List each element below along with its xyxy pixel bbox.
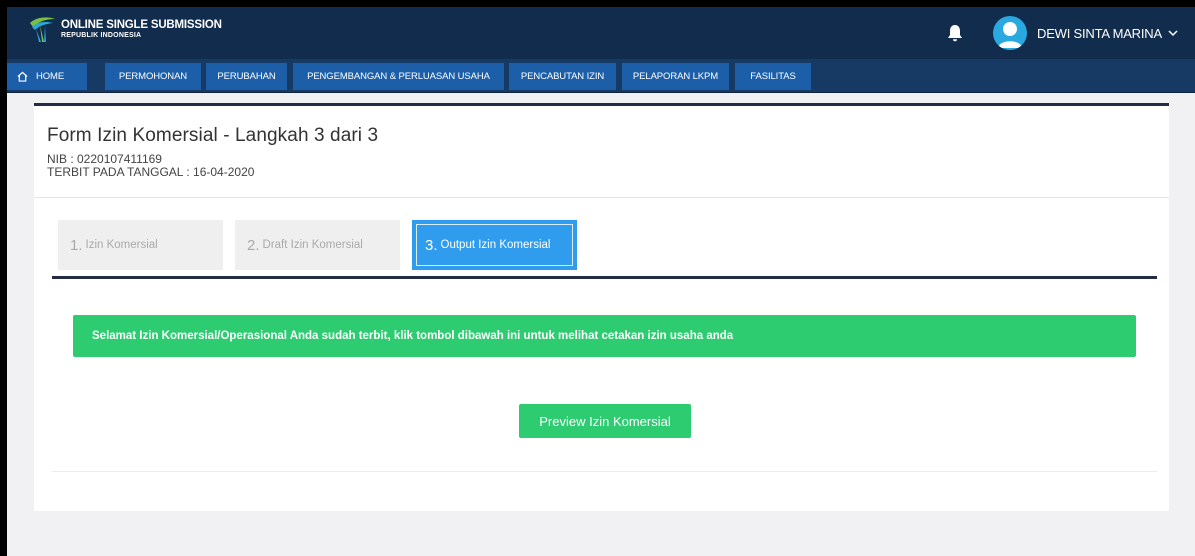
bell-icon[interactable] bbox=[947, 24, 963, 42]
nav-home[interactable]: HOME bbox=[7, 63, 87, 90]
preview-izin-button[interactable]: Preview Izin Komersial bbox=[519, 404, 691, 438]
main-nav: HOME PERMOHONAN PERUBAHAN PENGEMBANGAN &… bbox=[7, 59, 1195, 93]
app-frame: ONLINE SINGLE SUBMISSION REPUBLIK INDONE… bbox=[7, 7, 1195, 556]
nav-pengembangan[interactable]: PENGEMBANGAN & PERLUASAN USAHA bbox=[293, 63, 504, 90]
avatar bbox=[993, 16, 1027, 50]
form-card: Form Izin Komersial - Langkah 3 dari 3 N… bbox=[34, 103, 1169, 511]
logo-title: ONLINE SINGLE SUBMISSION bbox=[61, 19, 222, 31]
chevron-down-icon bbox=[1168, 30, 1178, 37]
user-name: DEWI SINTA MARINA bbox=[1037, 25, 1162, 41]
step-divider bbox=[52, 276, 1157, 279]
user-avatar-icon bbox=[998, 22, 1022, 48]
step-2-label: Draft Izin Komersial bbox=[262, 239, 363, 251]
nav-home-label: HOME bbox=[36, 71, 65, 82]
form-header: Form Izin Komersial - Langkah 3 dari 3 N… bbox=[34, 106, 1169, 198]
nav-pelaporan-lkpm[interactable]: PELAPORAN LKPM bbox=[622, 63, 729, 90]
nav-perubahan[interactable]: PERUBAHAN bbox=[206, 63, 287, 90]
logo-subtitle: REPUBLIK INDONESIA bbox=[61, 32, 142, 39]
page-title: Form Izin Komersial - Langkah 3 dari 3 bbox=[47, 125, 379, 146]
success-alert: Selamat Izin Komersial/Operasional Anda … bbox=[73, 315, 1136, 357]
user-menu[interactable]: DEWI SINTA MARINA bbox=[993, 16, 1178, 50]
home-icon bbox=[17, 71, 28, 82]
step-3-label: Output Izin Komersial bbox=[440, 239, 551, 251]
top-header: ONLINE SINGLE SUBMISSION REPUBLIK INDONE… bbox=[7, 7, 1195, 59]
step-1-number: 1. bbox=[70, 236, 83, 254]
issued-date-text: TERBIT PADA TANGGAL : 16-04-2020 bbox=[47, 165, 255, 179]
oss-emblem-icon bbox=[30, 17, 55, 42]
step-3-number: 3. bbox=[425, 236, 438, 254]
logo[interactable]: ONLINE SINGLE SUBMISSION REPUBLIK INDONE… bbox=[27, 15, 222, 43]
nav-fasilitas[interactable]: FASILITAS bbox=[735, 63, 811, 90]
nav-permohonan[interactable]: PERMOHONAN bbox=[105, 63, 201, 90]
nav-pencabutan-izin[interactable]: PENCABUTAN IZIN bbox=[509, 63, 616, 90]
step-2-number: 2. bbox=[247, 236, 260, 254]
step-1-label: Izin Komersial bbox=[85, 239, 158, 251]
bottom-divider bbox=[52, 471, 1157, 472]
step-2-tab[interactable]: 2. Draft Izin Komersial bbox=[235, 220, 400, 270]
step-3-tab[interactable]: 3. Output Izin Komersial bbox=[412, 220, 577, 270]
step-1-tab[interactable]: 1. Izin Komersial bbox=[58, 220, 223, 270]
